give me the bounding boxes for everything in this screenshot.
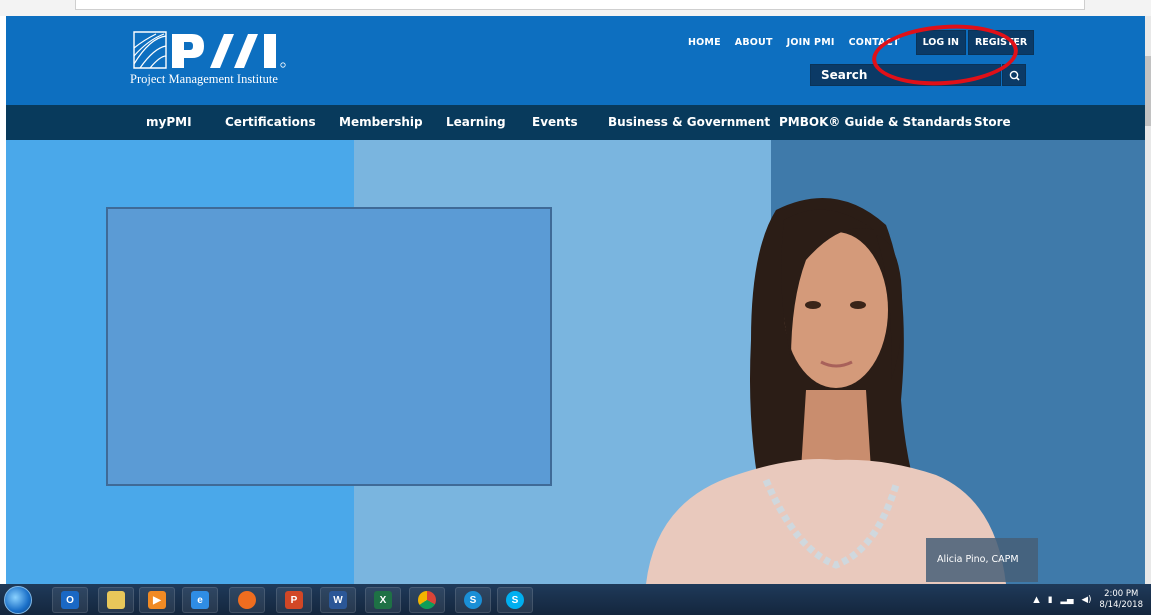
- taskbar-skype-business[interactable]: S: [455, 587, 491, 613]
- nav-item-mypmi[interactable]: myPMI: [146, 115, 192, 129]
- windows-start-icon[interactable]: [4, 586, 32, 614]
- volume-icon[interactable]: ◀): [1082, 595, 1092, 605]
- scrollbar[interactable]: [1145, 16, 1151, 584]
- outlook-icon: O: [61, 591, 79, 609]
- hero-portrait-image: [646, 198, 1006, 584]
- taskbar-internet-explorer[interactable]: e: [182, 587, 218, 613]
- taskbar-chrome[interactable]: [409, 587, 445, 613]
- nav-item-events[interactable]: Events: [532, 115, 578, 129]
- nav-item-membership[interactable]: Membership: [339, 115, 423, 129]
- windows-taskbar: O ▶ e P W X S S ▲ ▮ ▂▄ ◀) 2:00 PM 8/14/2…: [0, 584, 1151, 615]
- powerpoint-icon: P: [285, 591, 303, 609]
- pmi-logo[interactable]: Project Management Institute: [130, 28, 290, 90]
- nav-item-business-government[interactable]: Business & Government: [608, 115, 770, 129]
- nav-item-certifications[interactable]: Certifications: [225, 115, 316, 129]
- folder-icon: [107, 591, 125, 609]
- taskbar-media-player[interactable]: ▶: [139, 587, 175, 613]
- word-icon: W: [329, 591, 347, 609]
- search-icon: [1009, 70, 1020, 81]
- chrome-icon: [418, 591, 436, 609]
- taskbar-excel[interactable]: X: [365, 587, 401, 613]
- internet-explorer-icon: e: [191, 591, 209, 609]
- hero-banner: Alicia Pino, CAPM: [6, 140, 1145, 584]
- nav-item-pmbok-guide[interactable]: PMBOK® Guide & Standards: [779, 115, 972, 129]
- excel-icon: X: [374, 591, 392, 609]
- clock-time: 2:00 PM: [1104, 589, 1139, 599]
- firefox-icon: [238, 591, 256, 609]
- nav-item-learning[interactable]: Learning: [446, 115, 506, 129]
- skype-icon: S: [506, 591, 524, 609]
- network-signal-icon[interactable]: ▂▄: [1060, 595, 1073, 605]
- taskbar-firefox[interactable]: [229, 587, 265, 613]
- taskbar-skype[interactable]: S: [497, 587, 533, 613]
- nav-item-store[interactable]: Store: [974, 115, 1011, 129]
- pmi-logo-mark-icon: [133, 31, 286, 69]
- address-bar[interactable]: [75, 0, 1085, 10]
- show-hidden-icons-icon[interactable]: ▲: [1033, 595, 1040, 605]
- system-clock[interactable]: 2:00 PM 8/14/2018: [1099, 589, 1143, 611]
- clock-date: 8/14/2018: [1099, 600, 1143, 610]
- hero-caption: Alicia Pino, CAPM: [926, 538, 1038, 582]
- taskbar-powerpoint[interactable]: P: [276, 587, 312, 613]
- skype-for-business-icon: S: [464, 591, 482, 609]
- system-tray: ▲ ▮ ▂▄ ◀) 2:00 PM 8/14/2018: [1033, 588, 1143, 612]
- screenshot-root: Project Management Institute HOME ABOUT …: [0, 0, 1151, 615]
- media-player-icon: ▶: [148, 591, 166, 609]
- logo-org-name: Project Management Institute: [130, 72, 278, 86]
- top-link-join-pmi[interactable]: JOIN PMI: [787, 37, 835, 48]
- main-nav: myPMI Certifications Membership Learning…: [6, 105, 1145, 140]
- top-link-home[interactable]: HOME: [688, 37, 721, 48]
- scrollbar-thumb[interactable]: [1145, 56, 1151, 126]
- taskbar-file-explorer[interactable]: [98, 587, 134, 613]
- taskbar-outlook[interactable]: O: [52, 587, 88, 613]
- site-header: Project Management Institute HOME ABOUT …: [6, 16, 1145, 105]
- taskbar-word[interactable]: W: [320, 587, 356, 613]
- browser-chrome: [0, 0, 1151, 16]
- battery-icon[interactable]: ▮: [1048, 595, 1053, 605]
- top-link-about[interactable]: ABOUT: [735, 37, 773, 48]
